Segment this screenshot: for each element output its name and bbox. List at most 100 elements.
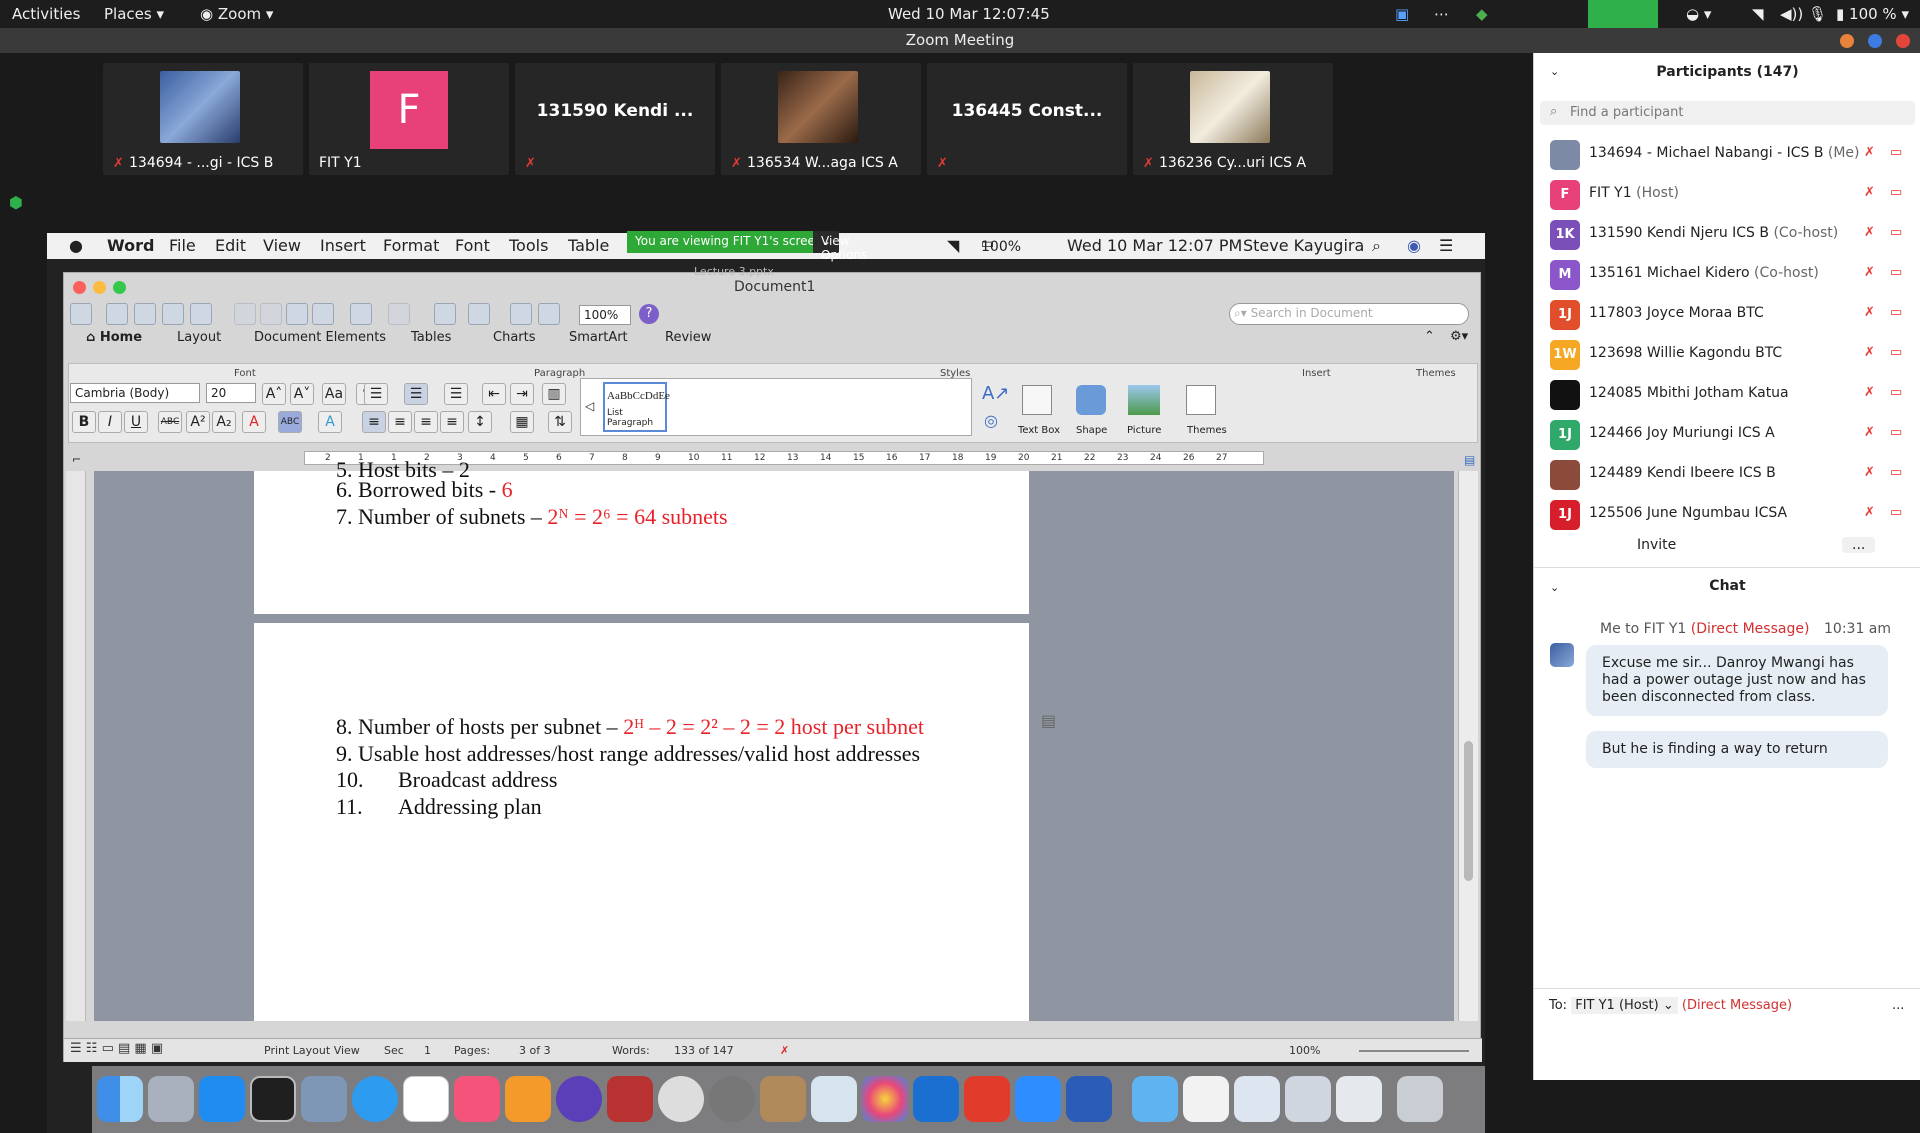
menu-font[interactable]: Font (455, 236, 490, 255)
chat-more-button[interactable]: ... (1892, 998, 1904, 1013)
view-buttons[interactable]: ☰ ☷ ▭ ▤ ▦ ▣ (70, 1041, 163, 1056)
menu-file[interactable]: File (169, 236, 196, 255)
document-stack-icon[interactable] (1183, 1076, 1229, 1122)
invite-button[interactable]: Invite (1637, 537, 1676, 553)
tab-document-elements[interactable]: Document Elements (254, 330, 386, 345)
video-tile[interactable]: ✗ 136236 Cy...uri ICS A (1133, 63, 1333, 175)
numbering-button[interactable]: ☰ (404, 383, 428, 405)
underline-button[interactable]: U (124, 411, 148, 433)
templates-icon[interactable] (106, 303, 128, 325)
muted-mic-icon[interactable]: ✗ (1864, 425, 1875, 440)
video-tile[interactable]: 136445 Const... ✗ (927, 63, 1127, 175)
minimize-button[interactable] (1840, 34, 1854, 48)
themes-icon[interactable] (1186, 385, 1216, 415)
word-icon[interactable] (1066, 1076, 1112, 1122)
tab-review[interactable]: Review (665, 330, 711, 345)
align-center-button[interactable]: ≡ (388, 411, 412, 433)
participant-row[interactable]: 124489 Kendi Ibeere ICS B ✗ ▭ (1534, 453, 1920, 493)
font-color-button[interactable]: A (242, 411, 266, 433)
justify-button[interactable]: ≡ (440, 411, 464, 433)
media-browser-icon[interactable] (538, 303, 560, 325)
participant-row[interactable]: 1J 124466 Joy Muriungi ICS A ✗ ▭ (1534, 413, 1920, 453)
participant-row[interactable]: 1J 125506 June Ngumbau ICSA ✗ ▭ (1534, 493, 1920, 533)
menu-insert[interactable]: Insert (320, 236, 366, 255)
muted-mic-icon[interactable]: ✗ (1864, 345, 1875, 360)
security-app-icon[interactable] (913, 1076, 959, 1122)
style-list-paragraph[interactable]: AaBbCcDdEe List Paragraph (603, 382, 670, 432)
zoom-app-menu[interactable]: ◉ Zoom ▾ (200, 5, 273, 23)
zoom-icon[interactable] (1015, 1076, 1061, 1122)
window-preview-icon[interactable] (1285, 1076, 1331, 1122)
tab-charts[interactable]: Charts (493, 330, 536, 345)
prohibited-app-icon[interactable] (658, 1076, 704, 1122)
menu-edit[interactable]: Edit (215, 236, 246, 255)
tab-tables[interactable]: Tables (411, 330, 451, 345)
tab-selector-icon[interactable]: ⌐ (72, 453, 81, 466)
grow-font-button[interactable]: A˄ (262, 383, 286, 405)
zoom-tray-icon[interactable]: ▣ (1395, 5, 1409, 23)
ribbon-collapse-icon[interactable]: ⌃ (1424, 329, 1435, 344)
borders-button[interactable]: ▦ (510, 411, 534, 433)
chat-recipient[interactable]: To: FIT Y1 (Host) ⌄ (Direct Message) (1549, 997, 1792, 1014)
paste-options-icon[interactable]: ▤ (1041, 711, 1056, 730)
find-participant-input[interactable]: ⌕ Find a participant (1540, 101, 1915, 125)
show-formatting-icon[interactable] (434, 303, 456, 325)
music-icon[interactable] (454, 1076, 500, 1122)
minimize-button[interactable] (93, 281, 106, 294)
print-icon[interactable] (190, 303, 212, 325)
participant-row[interactable]: 1W 123698 Willie Kagondu BTC ✗ ▭ (1534, 333, 1920, 373)
app-store-icon[interactable] (199, 1076, 245, 1122)
search-document-input[interactable]: ⌕▾ Search in Document (1229, 303, 1469, 325)
more-button[interactable]: ... (1842, 537, 1876, 553)
open-icon[interactable] (134, 303, 156, 325)
subscript-button[interactable]: A₂ (212, 411, 236, 433)
muted-mic-icon[interactable]: ✗ (1864, 465, 1875, 480)
close-button[interactable] (1896, 34, 1910, 48)
activity-monitor-icon[interactable] (250, 1076, 296, 1122)
video-off-icon[interactable]: ▭ (1890, 185, 1902, 200)
video-off-icon[interactable]: ▭ (1890, 305, 1902, 320)
highlight-button[interactable]: ABC (278, 411, 302, 433)
muted-mic-icon[interactable]: ✗ (1864, 265, 1875, 280)
launchpad-icon[interactable] (148, 1076, 194, 1122)
wifi-icon[interactable]: ◥ (1752, 5, 1764, 23)
font-name-select[interactable]: Cambria (Body) (70, 383, 200, 403)
maps-icon[interactable] (811, 1076, 857, 1122)
doc-line-9[interactable]: 9. Usable host addresses/host range addr… (336, 741, 920, 767)
menu-tools[interactable]: Tools (509, 236, 548, 255)
doc-line-8[interactable]: 8. Number of hosts per subnet – 2ᴴ – 2 =… (336, 714, 924, 740)
participant-row[interactable]: 134694 - Michael Nabangi - ICS B (Me) ✗ ▭ (1534, 133, 1920, 173)
places-menu[interactable]: Places ▾ (104, 5, 164, 23)
video-off-icon[interactable]: ▭ (1890, 425, 1902, 440)
help-icon[interactable]: ? (639, 304, 659, 324)
chat-message[interactable]: Excuse me sir... Danroy Mwangi has had a… (1586, 645, 1888, 716)
archive-utility-icon[interactable] (760, 1076, 806, 1122)
doc-line-10[interactable]: 10. Broadcast address (336, 767, 557, 793)
shared-screen[interactable]: ● Word File Edit View Insert Format Font… (47, 231, 1485, 1133)
muted-mic-icon[interactable]: ✗ (1864, 505, 1875, 520)
muted-mic-icon[interactable]: ✗ (1864, 145, 1875, 160)
bold-button[interactable]: B (72, 411, 96, 433)
ribbon-settings-icon[interactable]: ⚙▾ (1450, 329, 1468, 344)
format-painter-icon[interactable] (312, 303, 334, 325)
system-clock[interactable]: Wed 10 Mar 12:07:45 (888, 5, 1050, 23)
view-options-button[interactable]: View Options ⌄ (813, 231, 867, 262)
video-off-icon[interactable]: ▭ (1890, 385, 1902, 400)
word-window[interactable]: Lecture 3.pptx Document1 100% ? ⌕▾ Searc… (63, 265, 1482, 1062)
doc-line-6[interactable]: 6. Borrowed bits - 6 (336, 477, 513, 503)
strikethrough-button[interactable]: ABC (158, 411, 182, 433)
downloads-folder-icon[interactable] (1132, 1076, 1178, 1122)
columns-button[interactable]: ▥ (542, 383, 566, 405)
copy-icon[interactable] (260, 303, 282, 325)
shape-icon[interactable] (1076, 385, 1106, 415)
tab-layout[interactable]: Layout (177, 330, 221, 345)
finder-icon[interactable] (97, 1076, 143, 1122)
battery-indicator[interactable]: ▮ 100 % ▾ (1836, 5, 1909, 23)
proofing-icon[interactable]: ✗ (780, 1044, 789, 1057)
apps-tray-icon[interactable]: ⋯ (1434, 5, 1449, 23)
sidebar-icon[interactable] (510, 303, 532, 325)
status-tray-icon[interactable]: ◒ ▾ (1686, 5, 1711, 23)
volume-icon[interactable]: ◀)) (1780, 5, 1803, 23)
doc-line-11[interactable]: 11. Addressing plan (336, 794, 542, 820)
styles-pane-icon[interactable]: ◎ (984, 411, 998, 430)
